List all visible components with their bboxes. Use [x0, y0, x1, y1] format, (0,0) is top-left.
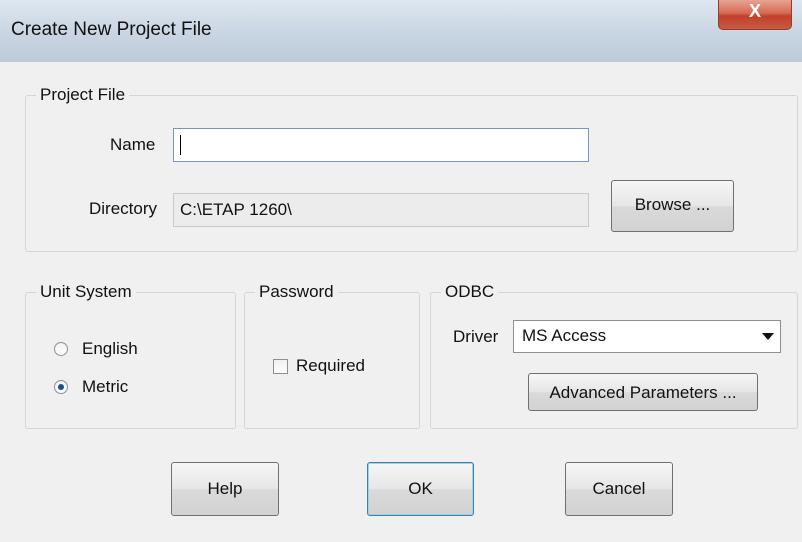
metric-label[interactable]: Metric: [82, 377, 128, 397]
directory-label: Directory: [89, 199, 158, 218]
english-label[interactable]: English: [82, 339, 138, 359]
metric-radio[interactable]: [54, 380, 68, 394]
directory-field: C:\ETAP 1260\: [173, 193, 589, 227]
driver-select[interactable]: MS Access: [513, 320, 781, 353]
name-label: Name: [110, 135, 156, 154]
required-checkbox[interactable]: [273, 359, 288, 374]
close-icon[interactable]: X: [719, 1, 791, 22]
driver-select-value: MS Access: [522, 326, 607, 345]
create-project-dialog: Create New Project File X Project File N…: [0, 0, 802, 542]
unit-system-legend: Unit System: [36, 282, 136, 302]
window-title: Create New Project File: [11, 19, 212, 40]
project-file-legend: Project File: [36, 85, 130, 105]
ok-button[interactable]: OK: [367, 462, 474, 516]
cancel-button-label: Cancel: [592, 479, 646, 498]
advanced-parameters-label: Advanced Parameters ...: [549, 383, 737, 402]
browse-button[interactable]: Browse ...: [611, 180, 734, 232]
text-caret: [180, 135, 181, 155]
title-bar[interactable]: Create New Project File X: [0, 0, 802, 62]
radio-selected-dot: [58, 384, 64, 390]
cancel-button[interactable]: Cancel: [565, 462, 673, 516]
odbc-legend: ODBC: [441, 282, 499, 302]
english-radio[interactable]: [54, 342, 68, 356]
name-input[interactable]: [173, 128, 589, 162]
browse-button-label: Browse ...: [634, 195, 711, 214]
ok-button-label: OK: [408, 479, 433, 498]
unit-system-group: Unit System: [25, 282, 236, 429]
driver-label: Driver: [453, 327, 499, 346]
help-button[interactable]: Help: [171, 462, 279, 516]
password-legend: Password: [255, 282, 338, 302]
chevron-down-icon[interactable]: [762, 333, 774, 340]
advanced-parameters-button[interactable]: Advanced Parameters ...: [528, 373, 758, 411]
required-label[interactable]: Required: [296, 356, 365, 376]
help-button-label: Help: [207, 479, 243, 498]
close-button[interactable]: X: [718, 0, 792, 30]
